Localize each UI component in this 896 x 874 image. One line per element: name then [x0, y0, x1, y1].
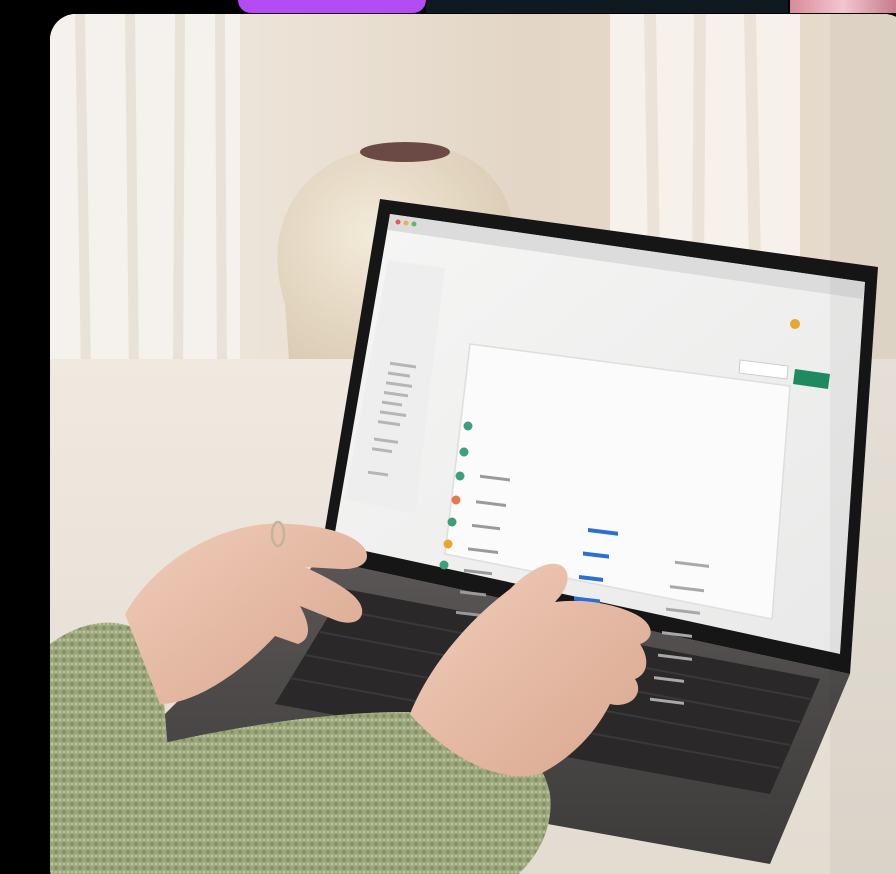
pink-banner-edge	[790, 0, 896, 13]
photo-card	[50, 14, 896, 874]
purple-banner-edge	[238, 0, 426, 13]
laptop-photo-illustration	[50, 14, 896, 874]
dark-banner-edge	[426, 0, 788, 13]
page	[0, 0, 896, 874]
